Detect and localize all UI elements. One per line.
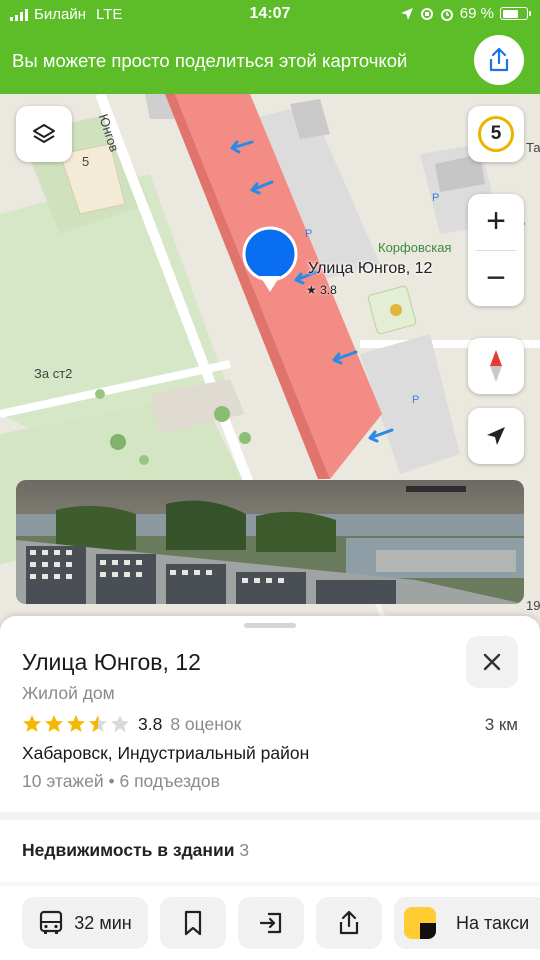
location-arrow-icon [487,427,505,445]
status-bar: Билайн LTE 14:07 69 % [0,0,540,30]
share-place-button[interactable] [316,897,382,949]
star-icon [111,715,129,732]
rating-value: 3.8 [138,713,163,734]
taxi-button[interactable]: На такси 2 [394,897,540,949]
close-icon [483,653,501,671]
parking-label: P [305,228,313,240]
parking-label: P [432,192,440,204]
layers-icon [33,124,55,143]
realty-in-building[interactable]: Недвижимость в здании 3 [22,840,249,861]
map-view[interactable]: Юнгов 5 За ст2 Корфовская Та 19 P P P P … [0,94,540,634]
star-icon [23,715,41,732]
battery-icon [500,7,531,20]
building-photo[interactable] [16,480,524,604]
parking-label: P [412,394,420,406]
route-time: 32 мин [74,912,132,933]
battery-percent: 69 % [459,5,494,22]
zoom-out-button[interactable]: − [468,250,524,306]
share-icon [489,47,509,72]
map-label-partial: Та [526,140,540,155]
bookmark-icon [184,910,202,936]
my-location-button[interactable] [468,408,524,464]
close-button[interactable] [466,636,518,688]
bus-icon [40,910,63,934]
distance: 3 км [484,715,518,734]
entrance-button[interactable] [238,897,304,949]
house-number-label: 5 [82,154,90,169]
realty-count: 3 [239,840,250,860]
star-icon [89,715,107,732]
star-icon [45,715,63,732]
star-icon [67,715,85,732]
place-title: Улица Юнгов, 12 [22,649,201,675]
street-label-korfovskaya: Корфовская [378,240,452,255]
place-card: Улица Юнгов, 12 Жилой дом 3.8 8 оценок 3… [0,616,540,960]
compass-icon [490,350,502,382]
taxi-icon [404,907,436,939]
location-arrow-icon [400,7,413,20]
bookmark-button[interactable] [160,897,226,949]
section-divider [0,882,540,886]
compass-button[interactable] [468,338,524,394]
pin-rating: ★ 3.8 [306,283,337,297]
rating-stars [22,714,130,734]
rating-row[interactable]: 3.8 8 оценок [22,713,241,735]
rating-count: 8 оценок [170,713,242,734]
share-banner[interactable]: Вы можете просто поделиться этой карточк… [0,30,540,94]
action-bar: 32 мин На такси 2 [0,897,540,949]
share-icon [339,910,359,935]
place-category: Жилой дом [22,683,115,703]
share-button[interactable] [474,35,524,85]
building-photo-image [16,480,524,604]
section-divider [0,812,540,820]
block-label: За ст2 [34,366,73,381]
traffic-level: 5 [478,116,514,152]
taxi-label: На такси 2 [456,912,530,933]
route-button[interactable]: 32 мин [22,897,148,949]
entrance-icon [259,912,282,934]
orientation-lock-icon [420,7,433,20]
share-banner-text: Вы можете просто поделиться этой карточк… [12,50,408,71]
layers-button[interactable] [16,106,72,162]
address: Хабаровск, Индустриальный район [22,743,310,763]
realty-label: Недвижимость в здании [22,840,235,860]
pin-title[interactable]: Улица Юнгов, 12 [308,260,432,278]
traffic-button[interactable]: 5 [468,106,524,162]
sheet-handle[interactable] [244,623,296,628]
map-label-19: 19 [526,598,540,613]
zoom-in-button[interactable]: + [468,194,524,250]
zoom-controls: + − [468,194,524,306]
alarm-icon [440,8,453,21]
building-details: 10 этажей • 6 подъездов [22,771,220,791]
